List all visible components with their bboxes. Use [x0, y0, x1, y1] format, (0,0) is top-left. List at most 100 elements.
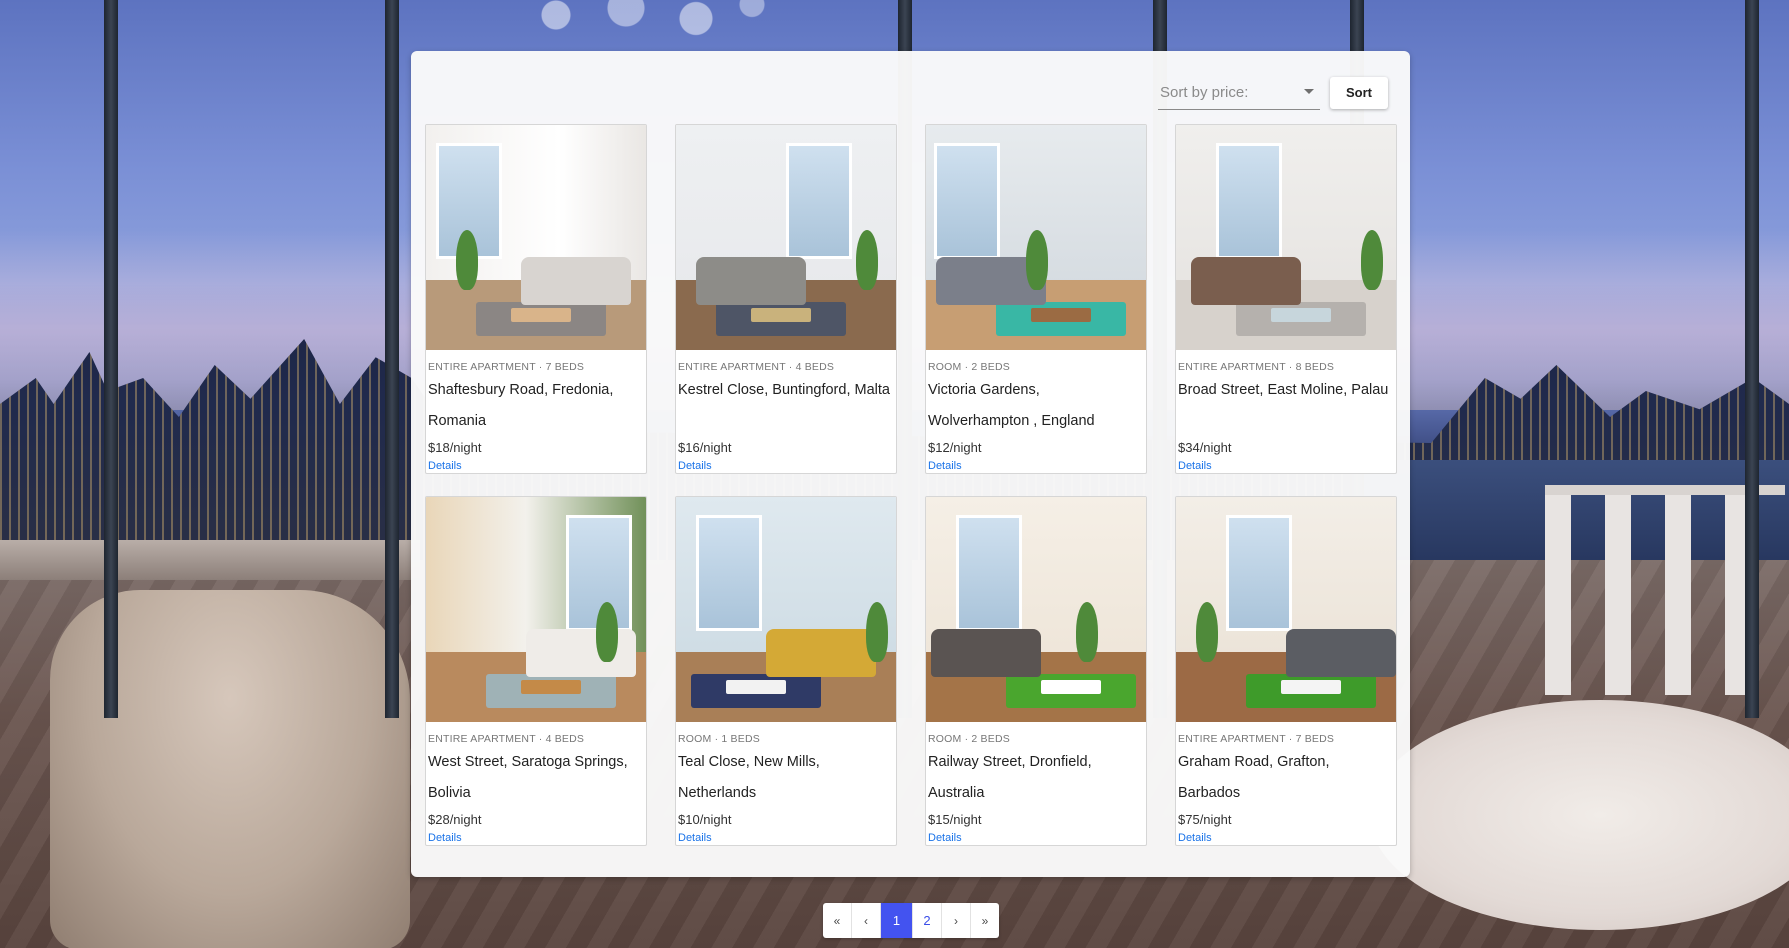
photo-table	[1281, 680, 1341, 694]
pagination: «‹ 1 2 ›»	[823, 903, 999, 938]
window-frame	[104, 0, 118, 718]
listing-meta: ENTIRE APARTMENT · 7 BEDS Graham Road, G…	[1176, 722, 1396, 845]
listing-type: ENTIRE APARTMENT · 7 BEDS	[1178, 733, 1335, 745]
prev-page-button[interactable]: ‹	[852, 903, 881, 938]
listing-price: $12/night	[928, 440, 982, 455]
listing-meta: ENTIRE APARTMENT · 8 BEDS Broad Street, …	[1176, 350, 1396, 473]
listing-photo[interactable]	[426, 497, 646, 722]
photo-plant	[1026, 230, 1048, 290]
sort-bar: Sort by price: Sort	[1158, 75, 1388, 110]
listings-panel: Sort by price: Sort ENTIRE APARTMENT · 7…	[411, 51, 1410, 877]
chandelier	[500, 0, 780, 50]
listing-title: Shaftesbury Road, Fredonia, Romania	[428, 382, 614, 429]
listing-card[interactable]: ENTIRE APARTMENT · 8 BEDS Broad Street, …	[1175, 124, 1397, 474]
listing-price: $15/night	[928, 812, 982, 827]
listing-type: ENTIRE APARTMENT · 4 BEDS	[678, 361, 835, 373]
details-link[interactable]: Details	[428, 460, 462, 472]
listing-title: Victoria Gardens, Wolverhampton , Englan…	[928, 382, 1095, 429]
listings-grid: ENTIRE APARTMENT · 7 BEDS Shaftesbury Ro…	[425, 124, 1397, 846]
listing-meta: ENTIRE APARTMENT · 4 BEDS Kestrel Close,…	[676, 350, 896, 473]
listing-card[interactable]: ENTIRE APARTMENT · 7 BEDS Shaftesbury Ro…	[425, 124, 647, 474]
listing-card[interactable]: ENTIRE APARTMENT · 4 BEDS Kestrel Close,…	[675, 124, 897, 474]
photo-table	[521, 680, 581, 694]
sort-select-placeholder: Sort by price:	[1160, 83, 1249, 101]
listing-photo[interactable]	[426, 125, 646, 350]
page-button-2[interactable]: 2	[913, 903, 942, 938]
listing-type: ENTIRE APARTMENT · 8 BEDS	[1178, 361, 1335, 373]
photo-sofa	[696, 257, 806, 305]
chevron-down-icon	[1304, 89, 1314, 94]
listing-price: $18/night	[428, 440, 482, 455]
details-link[interactable]: Details	[928, 460, 962, 472]
listing-price: $28/night	[428, 812, 482, 827]
photo-window	[1226, 515, 1292, 631]
photo-window	[696, 515, 762, 631]
listing-photo[interactable]	[926, 497, 1146, 722]
photo-plant	[856, 230, 878, 290]
photo-plant	[596, 602, 618, 662]
sort-by-price-select[interactable]: Sort by price:	[1158, 75, 1320, 110]
photo-sofa	[526, 629, 636, 677]
photo-plant	[1361, 230, 1383, 290]
photo-window	[1216, 143, 1282, 259]
listing-meta: ROOM · 2 BEDS Victoria Gardens, Wolverha…	[926, 350, 1146, 473]
listing-photo[interactable]	[926, 125, 1146, 350]
photo-table	[726, 680, 786, 694]
listing-title: Broad Street, East Moline, Palau	[1178, 382, 1389, 398]
photo-table	[1041, 680, 1101, 694]
photo-table	[751, 308, 811, 322]
listing-type: ROOM · 1 BEDS	[678, 733, 760, 745]
listing-price: $34/night	[1178, 440, 1232, 455]
window-frame	[385, 0, 399, 718]
dining-table	[0, 540, 420, 580]
listing-meta: ENTIRE APARTMENT · 4 BEDS West Street, S…	[426, 722, 646, 845]
listing-meta: ROOM · 1 BEDS Teal Close, New Mills, Net…	[676, 722, 896, 845]
photo-plant	[456, 230, 478, 290]
photo-plant	[866, 602, 888, 662]
details-link[interactable]: Details	[678, 832, 712, 844]
listing-meta: ENTIRE APARTMENT · 7 BEDS Shaftesbury Ro…	[426, 350, 646, 473]
listing-photo[interactable]	[676, 125, 896, 350]
listing-type: ROOM · 2 BEDS	[928, 733, 1010, 745]
photo-window	[786, 143, 852, 259]
details-link[interactable]: Details	[678, 460, 712, 472]
details-link[interactable]: Details	[428, 832, 462, 844]
listing-card[interactable]: ROOM · 2 BEDS Railway Street, Dronfield,…	[925, 496, 1147, 846]
listing-card[interactable]: ENTIRE APARTMENT · 7 BEDS Graham Road, G…	[1175, 496, 1397, 846]
listing-price: $10/night	[678, 812, 732, 827]
listing-title: Graham Road, Grafton, Barbados	[1178, 754, 1330, 801]
last-page-button[interactable]: »	[971, 903, 999, 938]
listing-type: ENTIRE APARTMENT · 7 BEDS	[428, 361, 585, 373]
listing-title: Kestrel Close, Buntingford, Malta	[678, 382, 890, 398]
listing-photo[interactable]	[1176, 125, 1396, 350]
details-link[interactable]: Details	[928, 832, 962, 844]
photo-window	[956, 515, 1022, 631]
photo-sofa	[931, 629, 1041, 677]
details-link[interactable]: Details	[1178, 460, 1212, 472]
listing-price: $75/night	[1178, 812, 1232, 827]
window-frame	[1745, 0, 1759, 718]
photo-table	[511, 308, 571, 322]
first-page-button[interactable]: «	[823, 903, 852, 938]
listing-card[interactable]: ENTIRE APARTMENT · 4 BEDS West Street, S…	[425, 496, 647, 846]
listing-photo[interactable]	[1176, 497, 1396, 722]
listing-card[interactable]: ROOM · 1 BEDS Teal Close, New Mills, Net…	[675, 496, 897, 846]
photo-sofa	[521, 257, 631, 305]
listing-title: West Street, Saratoga Springs, Bolivia	[428, 754, 628, 801]
photo-plant	[1076, 602, 1098, 662]
photo-window	[934, 143, 1000, 259]
listing-title: Railway Street, Dronfield, Australia	[928, 754, 1092, 801]
next-page-button[interactable]: ›	[942, 903, 971, 938]
page-button-1[interactable]: 1	[881, 903, 913, 938]
listing-photo[interactable]	[676, 497, 896, 722]
details-link[interactable]: Details	[1178, 832, 1212, 844]
listing-title: Teal Close, New Mills, Netherlands	[678, 754, 820, 801]
listing-type: ROOM · 2 BEDS	[928, 361, 1010, 373]
listing-price: $16/night	[678, 440, 732, 455]
photo-sofa	[1286, 629, 1396, 677]
listing-type: ENTIRE APARTMENT · 4 BEDS	[428, 733, 585, 745]
photo-plant	[1196, 602, 1218, 662]
sort-button[interactable]: Sort	[1330, 76, 1388, 109]
photo-sofa	[766, 629, 876, 677]
listing-card[interactable]: ROOM · 2 BEDS Victoria Gardens, Wolverha…	[925, 124, 1147, 474]
